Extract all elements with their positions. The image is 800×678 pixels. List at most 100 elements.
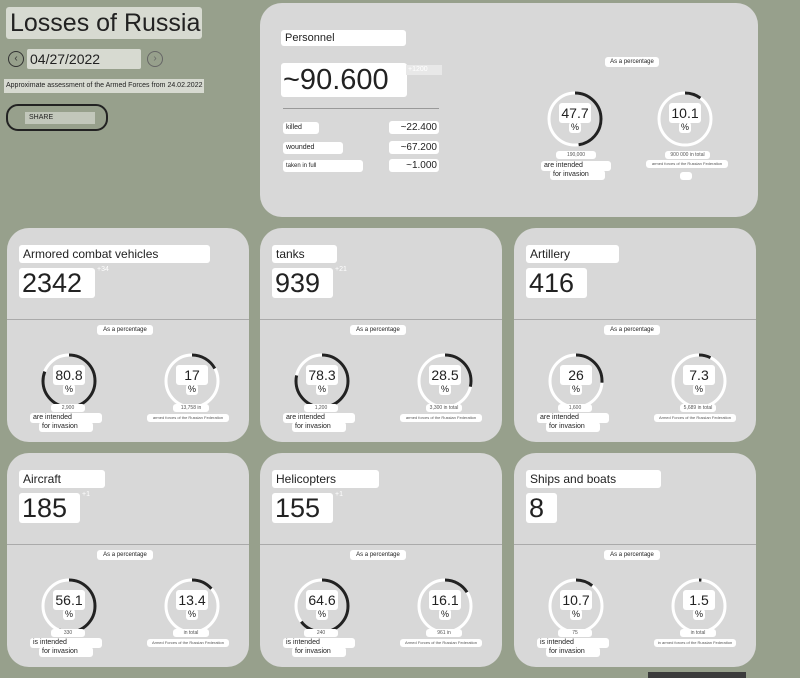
ring-subtext: 3,300 in total: [426, 404, 462, 412]
ring-subtext: Armed Forces of the Russian Federation: [400, 639, 482, 647]
percent-ring: 26 %: [547, 352, 605, 410]
share-button[interactable]: SHARE: [6, 104, 108, 131]
ring-percent-value: 26: [560, 365, 592, 385]
ring-percent-value: 64.6: [306, 590, 338, 610]
as-percentage-label: As a percentage: [605, 57, 659, 67]
ring-percent-sign: %: [693, 384, 705, 395]
card-divider: [7, 319, 249, 320]
card-value: 416: [526, 268, 587, 298]
card-title: Artillery: [526, 245, 619, 263]
ring-percent-value: 56.1: [53, 590, 85, 610]
personnel-divider: [283, 108, 439, 109]
percent-ring: 78.3 %: [293, 352, 351, 410]
as-percentage-label: As a percentage: [604, 550, 660, 560]
ring-subtext: in total: [173, 629, 209, 637]
percent-ring: 10.1 %: [656, 90, 714, 148]
percent-ring: 28.5 %: [416, 352, 474, 410]
card-divider: [260, 544, 502, 545]
ring-subtext-placeholder: [680, 172, 692, 180]
percent-ring: 1.5 %: [670, 577, 728, 635]
card-value: 2342: [19, 268, 95, 298]
percent-ring: 16.1 %: [416, 577, 474, 635]
card-delta: +1: [82, 491, 90, 498]
ring-subtext: in armed forces of the Russian Federatio…: [654, 639, 736, 647]
next-date-button[interactable]: ›: [147, 51, 163, 67]
personnel-row-value: ~67.200: [389, 141, 439, 154]
card-delta: +34: [97, 266, 109, 273]
personnel-row-value: ~22.400: [389, 121, 439, 134]
percent-ring: 7.3 %: [670, 352, 728, 410]
share-label: SHARE: [25, 112, 95, 124]
page-title: Losses of Russia: [6, 7, 202, 39]
card-title: Ships and boats: [526, 470, 661, 488]
ring-percent-sign: %: [570, 384, 582, 395]
ring-percent-sign: %: [439, 384, 451, 395]
personnel-row-label: wounded: [283, 142, 343, 154]
card-divider: [514, 319, 756, 320]
ring-subtext: for invasion: [292, 647, 346, 657]
card-title: tanks: [272, 245, 337, 263]
ring-subtext: 13,758 in: [173, 404, 209, 412]
card-value: 939: [272, 268, 333, 298]
card-title: Helicopters: [272, 470, 379, 488]
ring-percent-sign: %: [693, 609, 705, 620]
percent-ring: 17 %: [163, 352, 221, 410]
card-delta: +1: [335, 491, 343, 498]
ring-subtext: 1,600: [558, 404, 592, 412]
ring-percent-sign: %: [63, 384, 75, 395]
percent-ring: 47.7 %: [546, 90, 604, 148]
ring-subtext: 190,000: [556, 151, 596, 159]
personnel-row-label: killed: [283, 122, 319, 134]
ring-percent-sign: %: [569, 122, 581, 133]
ring-subtext: 961 in: [426, 629, 462, 637]
card-title: Aircraft: [19, 470, 105, 488]
ring-subtext: 2,900: [51, 404, 85, 412]
as-percentage-label: As a percentage: [604, 325, 660, 335]
ring-subtext: Armed Forces of the Russian Federation: [654, 414, 736, 422]
ring-subtext: for invasion: [292, 422, 346, 432]
ring-subtext: for invasion: [550, 170, 605, 180]
date-display[interactable]: 04/27/2022: [27, 49, 141, 69]
bottom-bar: [648, 672, 746, 678]
ring-subtext: 900 000 in total: [665, 151, 710, 159]
ring-percent-sign: %: [63, 609, 75, 620]
personnel-delta: +1200: [406, 65, 442, 75]
percent-ring: 80.8 %: [40, 352, 98, 410]
ring-subtext: 240: [304, 629, 338, 637]
personnel-row-value: ~1.000: [389, 159, 439, 172]
ring-percent-value: 17: [176, 365, 208, 385]
card-value: 185: [19, 493, 80, 523]
ring-percent-value: 47.7: [559, 103, 591, 123]
card-value: 8: [526, 493, 557, 523]
percent-ring: 64.6 %: [293, 577, 351, 635]
card-divider: [260, 319, 502, 320]
ring-subtext: for invasion: [546, 647, 600, 657]
ring-percent-value: 13.4: [176, 590, 208, 610]
ring-subtext: armed forces of the Russian Federation: [147, 414, 229, 422]
personnel-row-label: taken in full: [283, 160, 363, 172]
card-title: Armored combat vehicles: [19, 245, 210, 263]
ring-subtext: armed forces of the Russian Federation: [400, 414, 482, 422]
personnel-title: Personnel: [281, 30, 406, 46]
assessment-subtitle: Approximate assessment of the Armed Forc…: [4, 79, 204, 93]
as-percentage-label: As a percentage: [97, 550, 153, 560]
prev-date-button[interactable]: ‹: [8, 51, 24, 67]
ring-subtext: Armed Forces of the Russian Federation: [147, 639, 229, 647]
ring-subtext: 330: [51, 629, 85, 637]
ring-subtext: for invasion: [39, 422, 93, 432]
ring-percent-value: 7.3: [683, 365, 715, 385]
percent-ring: 10.7 %: [547, 577, 605, 635]
ring-percent-sign: %: [679, 122, 691, 133]
ring-percent-sign: %: [439, 609, 451, 620]
ring-subtext: 1,200: [304, 404, 338, 412]
as-percentage-label: As a percentage: [350, 325, 406, 335]
ring-percent-value: 16.1: [429, 590, 461, 610]
ring-percent-value: 10.1: [669, 103, 701, 123]
personnel-value: ~90.600: [281, 63, 407, 97]
ring-percent-sign: %: [186, 384, 198, 395]
percent-ring: 13.4 %: [163, 577, 221, 635]
card-divider: [514, 544, 756, 545]
percent-ring: 56.1 %: [40, 577, 98, 635]
card-divider: [7, 544, 249, 545]
ring-percent-value: 10.7: [560, 590, 592, 610]
